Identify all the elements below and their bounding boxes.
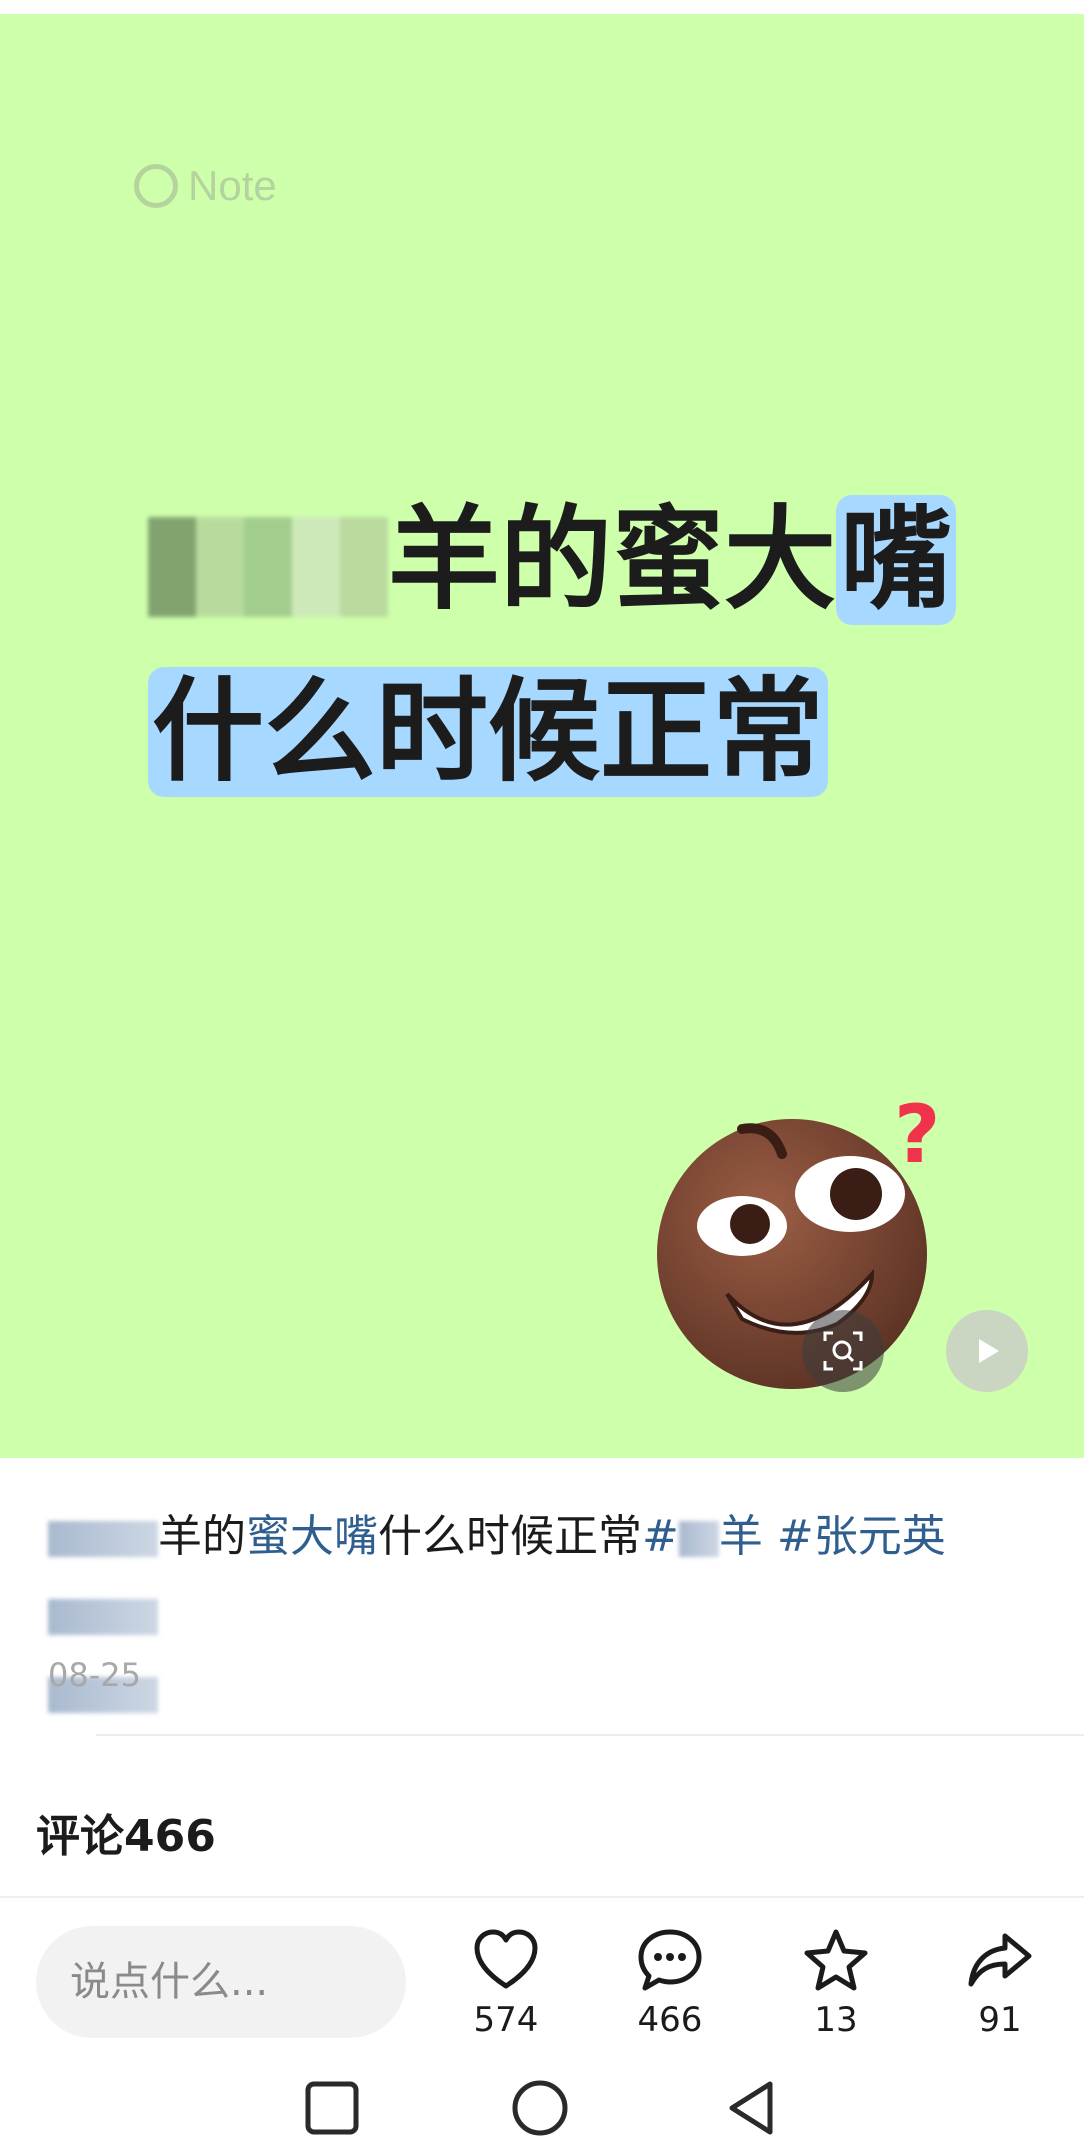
note-badge: Note bbox=[134, 162, 277, 210]
blurred-text bbox=[48, 1599, 158, 1635]
headline-line-1: 羊的蜜大嘴 bbox=[148, 474, 988, 646]
hashtag-1-tail: 羊 bbox=[718, 1511, 763, 1562]
note-label: Note bbox=[188, 162, 277, 209]
share-button[interactable]: 91 bbox=[940, 1926, 1060, 2040]
recent-apps-icon[interactable] bbox=[302, 2078, 362, 2138]
post-caption: 羊的蜜大嘴什么时候正常# 羊 #张元英 bbox=[48, 1498, 1048, 1732]
headline-line1-text: 羊的蜜大 bbox=[388, 495, 836, 625]
home-icon[interactable] bbox=[510, 2078, 570, 2138]
image-search-button[interactable] bbox=[802, 1310, 884, 1392]
play-button[interactable] bbox=[946, 1310, 1028, 1392]
headline-line1-highlight: 嘴 bbox=[836, 495, 956, 625]
hashtag-2[interactable]: #张元英 bbox=[777, 1511, 946, 1562]
comments-title: 评论466 bbox=[36, 1811, 216, 1862]
caption-middle: 什么时候正常 bbox=[378, 1511, 642, 1562]
play-icon bbox=[979, 1339, 999, 1363]
favorite-count: 13 bbox=[814, 2000, 858, 2040]
post-image[interactable]: Note 羊的蜜大嘴 什么时候正常 ? bbox=[0, 14, 1084, 1458]
heart-icon bbox=[474, 1929, 538, 1989]
comment-count: 466 bbox=[637, 2000, 703, 2040]
post-headline: 羊的蜜大嘴 什么时候正常 bbox=[148, 474, 988, 818]
like-count: 574 bbox=[473, 2000, 539, 2040]
post-date: 08-25 bbox=[48, 1656, 141, 1694]
caption-keyword-link[interactable]: 蜜大嘴 bbox=[246, 1511, 378, 1562]
blurred-text bbox=[48, 1521, 158, 1557]
share-arrow-icon bbox=[968, 1933, 1032, 1987]
star-icon bbox=[804, 1929, 868, 1991]
svg-text:?: ? bbox=[894, 1088, 940, 1181]
divider bbox=[0, 1896, 1084, 1898]
blurred-name bbox=[148, 517, 388, 618]
confused-grin-emoji: ? bbox=[657, 1088, 940, 1389]
hashtag-1-hash: # bbox=[642, 1511, 679, 1562]
system-nav-bar bbox=[0, 2066, 1084, 2155]
back-icon[interactable] bbox=[722, 2078, 782, 2138]
comment-bubble-icon bbox=[638, 1929, 702, 1991]
comment-input[interactable] bbox=[36, 1926, 406, 2038]
blurred-text bbox=[678, 1521, 719, 1557]
image-search-icon bbox=[823, 1331, 863, 1371]
hashtag-1[interactable]: # 羊 bbox=[642, 1511, 763, 1562]
divider bbox=[96, 1734, 1084, 1736]
favorite-button[interactable]: 13 bbox=[776, 1926, 896, 2040]
note-circle-icon bbox=[134, 164, 178, 208]
caption-prefix: 羊的 bbox=[158, 1511, 246, 1562]
like-button[interactable]: 574 bbox=[446, 1926, 566, 2040]
comment-button[interactable]: 466 bbox=[610, 1926, 730, 2040]
headline-line2-highlight: 什么时候正常 bbox=[148, 667, 828, 797]
headline-line-2: 什么时候正常 bbox=[148, 646, 988, 818]
share-count: 91 bbox=[978, 2000, 1022, 2040]
